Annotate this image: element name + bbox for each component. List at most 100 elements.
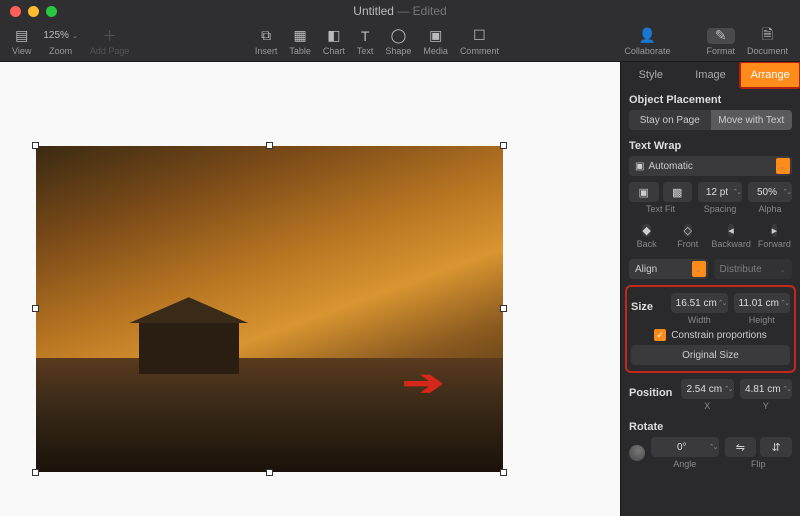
title-name: Untitled: [353, 4, 394, 18]
height-label: Height: [749, 315, 775, 325]
view-icon: ▤: [15, 28, 28, 44]
resize-handle-mid-right[interactable]: [500, 305, 507, 312]
tab-arrange[interactable]: Arrange: [740, 62, 800, 88]
collaborate-button[interactable]: 👤Collaborate: [618, 28, 676, 56]
send-backward-button[interactable]: ◂: [728, 224, 734, 237]
text-wrap-dropdown[interactable]: ▣ Automatic ⌄: [629, 156, 792, 176]
format-inspector: Style Image Arrange Object Placement Sta…: [620, 62, 800, 516]
body: ➔ Style Image Arrange Object Placement S…: [0, 62, 800, 516]
rotate-section: Rotate 0° Angle ⇋⇵ Flip: [629, 421, 792, 469]
x-label: X: [704, 401, 710, 411]
bring-forward-button[interactable]: ▸: [772, 224, 778, 237]
z-order-section: ◆Back ◇Front ◂Backward ▸Forward: [629, 224, 792, 249]
resize-handle-mid-top[interactable]: [266, 142, 273, 149]
object-placement-section: Object Placement Stay on Page Move with …: [629, 94, 792, 130]
comment-button[interactable]: ☐Comment: [454, 28, 505, 56]
inspector-tabs: Style Image Arrange: [621, 62, 800, 88]
resize-handle-top-left[interactable]: [32, 142, 39, 149]
chevron-down-icon: ⌄: [779, 162, 786, 171]
shape-button[interactable]: ◯Shape: [379, 28, 417, 56]
text-wrap-section: Text Wrap ▣ Automatic ⌄ ▣▩ Text Fit 12 p…: [629, 140, 792, 214]
position-title: Position: [629, 387, 675, 399]
angle-field[interactable]: 0°: [651, 437, 719, 457]
inspector-body: Object Placement Stay on Page Move with …: [621, 88, 800, 516]
document-button[interactable]: 🗎Document: [741, 28, 794, 56]
chart-icon: ◧: [327, 28, 340, 44]
position-section: Position 2.54 cm X 4.81 cm Y: [629, 379, 792, 411]
textfit-left[interactable]: ▣: [629, 182, 659, 202]
tab-style[interactable]: Style: [621, 62, 681, 88]
add-page-button[interactable]: ＋Add Page: [84, 28, 136, 56]
add-page-icon: ＋: [103, 28, 117, 44]
resize-handle-mid-bottom[interactable]: [266, 469, 273, 476]
resize-handle-bottom-right[interactable]: [500, 469, 507, 476]
zoom-window-button[interactable]: [46, 6, 57, 17]
rotate-title: Rotate: [629, 421, 792, 433]
format-icon: ✎: [707, 28, 735, 44]
view-menu[interactable]: ▤View: [6, 28, 37, 56]
close-window-button[interactable]: [10, 6, 21, 17]
move-with-text-button[interactable]: Move with Text: [711, 110, 793, 130]
alpha-field[interactable]: 50%: [748, 182, 792, 202]
flip-vertical-button[interactable]: ⇵: [760, 437, 792, 457]
annotation-arrow: ➔: [402, 362, 444, 404]
table-button[interactable]: ▦Table: [283, 28, 317, 56]
width-label: Width: [688, 315, 711, 325]
wrap-icon: ▣: [635, 161, 644, 172]
tab-image[interactable]: Image: [681, 62, 741, 88]
window-controls: [10, 6, 57, 17]
pages-window: Untitled — Edited ▤View 125%⌄Zoom ＋Add P…: [0, 0, 800, 516]
format-button[interactable]: ✎Format: [700, 28, 741, 56]
spacing-field[interactable]: 12 pt: [698, 182, 742, 202]
toolbar: ▤View 125%⌄Zoom ＋Add Page ⧉Insert ▦Table…: [0, 22, 800, 62]
y-field[interactable]: 4.81 cm: [740, 379, 793, 399]
angle-label: Angle: [673, 459, 696, 469]
size-title: Size: [631, 301, 665, 313]
align-dropdown[interactable]: Align⌄: [629, 259, 708, 279]
shape-icon: ◯: [391, 28, 407, 44]
size-section: Size 16.51 cm Width 11.01 cm Height ✓ Co…: [629, 289, 792, 369]
zoom-menu[interactable]: 125%⌄Zoom: [37, 28, 83, 56]
resize-handle-mid-left[interactable]: [32, 305, 39, 312]
rotate-knob[interactable]: [629, 445, 645, 461]
zoom-value: 125%⌄: [43, 28, 77, 44]
selected-image[interactable]: [36, 146, 503, 472]
chevron-down-icon: ⌄: [695, 265, 702, 274]
bring-front-button[interactable]: ◇: [684, 224, 692, 237]
comment-icon: ☐: [473, 28, 486, 44]
insert-button[interactable]: ⧉Insert: [249, 28, 284, 56]
media-button[interactable]: ▣Media: [417, 28, 454, 56]
insert-icon: ⧉: [261, 28, 271, 44]
original-size-button[interactable]: Original Size: [631, 345, 790, 365]
textfit-right[interactable]: ▩: [663, 182, 693, 202]
send-back-button[interactable]: ◆: [642, 224, 650, 237]
collaborate-icon: 👤: [639, 28, 656, 44]
resize-handle-top-right[interactable]: [500, 142, 507, 149]
document-title: Untitled — Edited: [353, 4, 446, 18]
media-icon: ▣: [429, 28, 442, 44]
resize-handle-bottom-left[interactable]: [32, 469, 39, 476]
chart-button[interactable]: ◧Chart: [317, 28, 351, 56]
spacing-label: Spacing: [704, 204, 737, 214]
width-field[interactable]: 16.51 cm: [671, 293, 728, 313]
flip-label: Flip: [751, 459, 766, 469]
minimize-window-button[interactable]: [28, 6, 39, 17]
document-icon: 🗎: [762, 28, 773, 44]
object-placement-title: Object Placement: [629, 94, 792, 106]
text-fit-label: Text Fit: [646, 204, 675, 214]
table-icon: ▦: [293, 28, 306, 44]
image-content: [36, 146, 503, 472]
text-button[interactable]: TText: [351, 28, 380, 56]
stay-on-page-button[interactable]: Stay on Page: [629, 110, 711, 130]
checkbox-checked-icon: ✓: [654, 329, 666, 341]
distribute-dropdown: Distribute⌄: [714, 259, 793, 279]
height-field[interactable]: 11.01 cm: [734, 293, 791, 313]
titlebar: Untitled — Edited: [0, 0, 800, 22]
x-field[interactable]: 2.54 cm: [681, 379, 734, 399]
document-canvas[interactable]: ➔: [0, 62, 620, 516]
chevron-down-icon: ⌄: [779, 265, 786, 274]
flip-horizontal-button[interactable]: ⇋: [725, 437, 757, 457]
y-label: Y: [763, 401, 769, 411]
constrain-proportions-checkbox[interactable]: ✓ Constrain proportions: [631, 329, 790, 341]
title-state: — Edited: [397, 4, 446, 18]
